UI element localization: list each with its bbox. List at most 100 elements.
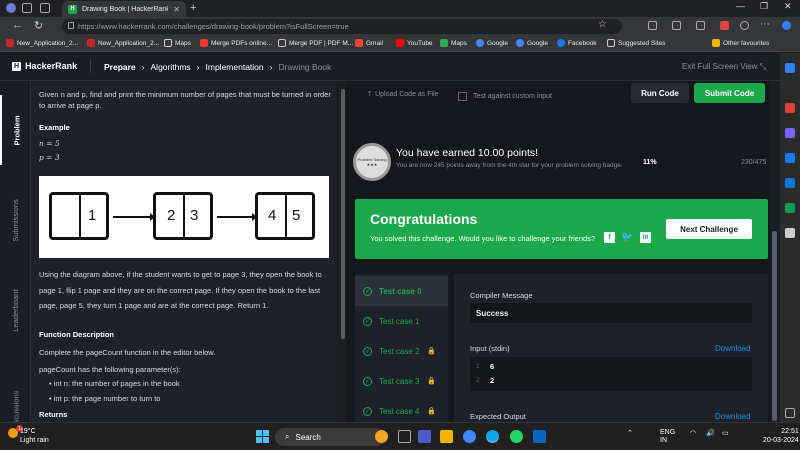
bookmark-item[interactable]: Maps: [440, 39, 467, 47]
volume-icon[interactable]: 🔊: [706, 429, 715, 437]
run-code-button[interactable]: Run Code: [631, 83, 689, 103]
bookmark-item[interactable]: Maps: [164, 39, 191, 47]
favorite-star-icon[interactable]: ☆: [598, 19, 607, 30]
maximize-icon[interactable]: ❐: [760, 1, 768, 12]
folder-icon: [712, 39, 720, 47]
weather-widget[interactable]: 19°C Light rain: [20, 427, 49, 445]
testcase-item-1[interactable]: ✓ Test case 1: [355, 306, 448, 336]
teams-icon[interactable]: [418, 430, 431, 443]
tab-submissions[interactable]: Submissions: [0, 180, 31, 260]
crumb-current: Drawing Book: [278, 62, 332, 72]
browser-essentials-icon[interactable]: [740, 21, 749, 30]
games-icon[interactable]: [785, 153, 795, 163]
facebook-share-icon[interactable]: f: [604, 232, 615, 243]
twitter-share-icon[interactable]: 🐦: [621, 232, 633, 243]
new-tab-icon[interactable]: +: [190, 2, 196, 14]
sidebar-settings-icon[interactable]: [785, 408, 795, 418]
tools-icon[interactable]: [785, 128, 795, 138]
crumb-prepare[interactable]: Prepare: [104, 62, 136, 72]
linkedin-share-icon[interactable]: in: [640, 232, 651, 243]
workspaces-icon[interactable]: [22, 3, 32, 13]
bookmark-item[interactable]: Merge PDFs online...: [200, 39, 272, 47]
upload-code-link[interactable]: ⤒ Upload Code as File: [368, 91, 439, 99]
tab-leaderboard[interactable]: Leaderboard: [0, 275, 31, 345]
split-screen-icon[interactable]: [648, 21, 657, 30]
windows-start-icon[interactable]: [256, 430, 269, 443]
bookmark-item[interactable]: YouTube: [396, 39, 433, 47]
more-menu-icon[interactable]: ⋯: [760, 19, 770, 30]
close-tab-icon[interactable]: ✕: [173, 5, 180, 14]
crumb-algorithms[interactable]: Algorithms: [151, 62, 191, 72]
scroll-thumb[interactable]: [341, 89, 345, 339]
lock-icon: 🔒: [427, 348, 436, 355]
office-icon[interactable]: [785, 203, 795, 213]
minimize-icon[interactable]: —: [736, 1, 745, 11]
exit-fullscreen-link[interactable]: Exit Full Screen View ⤡: [682, 62, 766, 72]
badge-progress: 230/475: [741, 159, 767, 166]
crumb-separator: ›: [269, 62, 273, 72]
input-line: 2: [490, 376, 495, 385]
copilot-icon[interactable]: [782, 21, 791, 30]
search-sidebar-icon[interactable]: [785, 63, 795, 73]
edge-icon[interactable]: [486, 430, 499, 443]
bookmark-item[interactable]: Suggested Sites: [607, 39, 665, 47]
custom-input-toggle[interactable]: Test against custom input: [458, 92, 552, 101]
taskbar-search[interactable]: ⌕ Search: [275, 428, 385, 446]
outlook-icon[interactable]: [785, 178, 795, 188]
submit-code-button[interactable]: Submit Code: [694, 83, 765, 103]
testcase-item-2[interactable]: ✓ Test case 2 🔒: [355, 336, 448, 366]
task-view-icon[interactable]: [398, 430, 411, 443]
editor-scrollbar[interactable]: [770, 81, 780, 422]
bookmark-item[interactable]: New_Application_2...: [87, 39, 159, 47]
extension-icon[interactable]: [720, 21, 729, 30]
problem-intro: Given n and p, find and print the minimu…: [39, 90, 331, 110]
tray-chevron-icon[interactable]: ⌃: [627, 429, 633, 437]
file-explorer-icon[interactable]: [440, 430, 453, 443]
bookmark-item[interactable]: Gmail: [355, 39, 383, 47]
whatsapp-icon[interactable]: [510, 430, 523, 443]
bookmark-item[interactable]: New_Application_2...: [6, 39, 78, 47]
function-description: Complete the pageCount function in the e…: [39, 348, 216, 357]
testcase-item-3[interactable]: ✓ Test case 3 🔒: [355, 366, 448, 396]
custom-input-checkbox[interactable]: [458, 92, 467, 101]
input-label: Input (stdin): [470, 344, 510, 353]
input-line: 6: [490, 362, 495, 371]
battery-icon[interactable]: ▭: [722, 429, 729, 437]
tab-actions-icon[interactable]: [40, 3, 50, 13]
bookmark-item[interactable]: Facebook: [557, 39, 597, 47]
next-challenge-button[interactable]: Next Challenge: [666, 219, 752, 239]
bookmark-folder[interactable]: Other favourites: [712, 39, 769, 47]
page-icon: [278, 39, 286, 47]
testcase-item-0[interactable]: ✓ Test case 0: [355, 276, 448, 306]
scroll-thumb[interactable]: [772, 231, 777, 421]
book-illustration: 4 5: [255, 192, 315, 240]
chrome-icon[interactable]: [463, 430, 476, 443]
bookmark-item[interactable]: Merge PDF | PDF M...: [278, 39, 353, 47]
back-icon[interactable]: ←: [12, 19, 23, 31]
copilot-taskbar-icon[interactable]: [375, 430, 388, 443]
profile-avatar[interactable]: [6, 3, 16, 13]
expected-download-link[interactable]: Download: [715, 412, 751, 421]
add-sidebar-icon[interactable]: [785, 228, 795, 238]
check-icon: ✓: [363, 286, 372, 296]
wifi-icon[interactable]: ◠: [690, 429, 696, 437]
hackerrank-logo[interactable]: H HackerRank: [12, 61, 77, 71]
bookmark-item[interactable]: Google: [516, 39, 548, 47]
line-number: 2: [476, 377, 480, 384]
language-indicator[interactable]: ENG IN: [660, 429, 675, 445]
input-download-link[interactable]: Download: [715, 344, 751, 353]
refresh-icon[interactable]: ↻: [34, 19, 43, 32]
linkedin-icon[interactable]: [533, 430, 546, 443]
bookmark-item[interactable]: Google: [476, 39, 508, 47]
browser-tab[interactable]: H Drawing Book | HackerRank ✕: [62, 1, 186, 17]
collections-icon[interactable]: [696, 21, 705, 30]
close-window-icon[interactable]: ✕: [784, 1, 792, 12]
clock[interactable]: 22:51 20-03-2024: [763, 427, 799, 445]
shopping-icon[interactable]: [785, 103, 795, 113]
url-field[interactable]: https://www.hackerrank.com/challenges/dr…: [62, 19, 622, 34]
param-p: • int p: the page number to turn to: [49, 394, 161, 403]
crumb-implementation[interactable]: Implementation: [206, 62, 264, 72]
favorites-icon[interactable]: [672, 21, 681, 30]
compiler-message-label: Compiler Message: [470, 291, 533, 300]
tab-problem[interactable]: Problem: [0, 95, 31, 165]
